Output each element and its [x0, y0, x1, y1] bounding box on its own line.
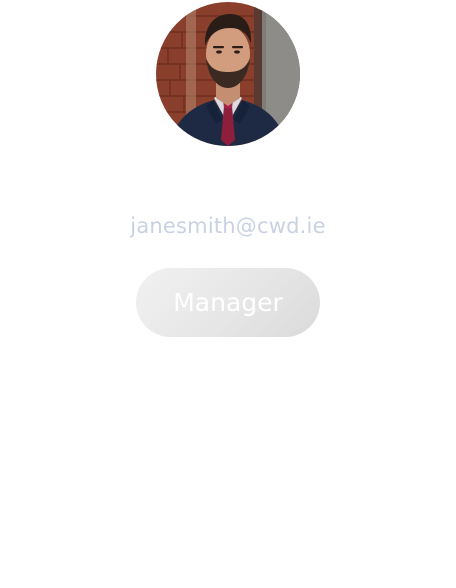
profile-card: janesmith@cwd.ie Manager: [0, 0, 456, 588]
email-address: janesmith@cwd.ie: [130, 214, 326, 238]
person-portrait-icon: [156, 2, 300, 146]
avatar[interactable]: [156, 2, 300, 146]
role-button[interactable]: Manager: [136, 268, 320, 337]
